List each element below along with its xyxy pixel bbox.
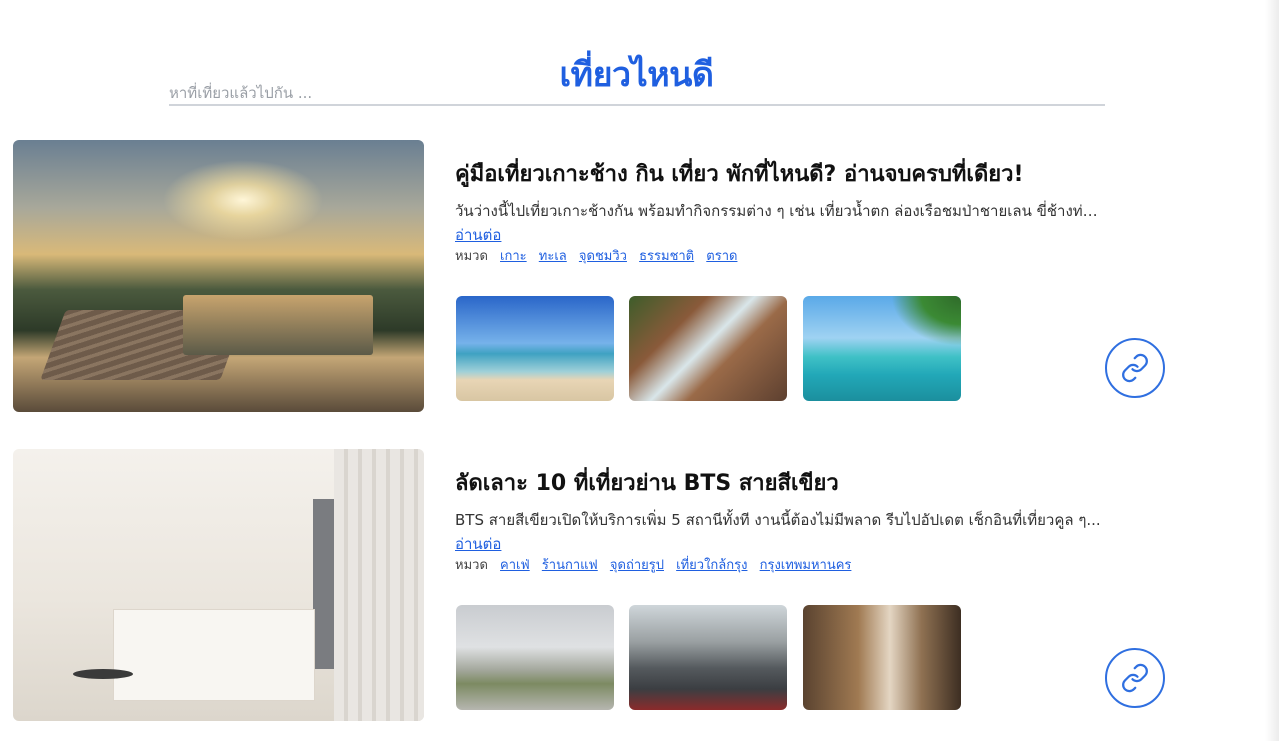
share-link-button[interactable] bbox=[1105, 338, 1165, 398]
tag-list: หมวด เกาะ ทะเล จุดชมวิว ธรรมชาติ ตราด bbox=[455, 245, 745, 266]
read-more-link[interactable]: อ่านต่อ bbox=[455, 532, 501, 556]
thumbnail-go-kart[interactable] bbox=[629, 605, 787, 710]
link-icon bbox=[1122, 353, 1148, 383]
tag-link[interactable]: ทะเล bbox=[539, 249, 567, 264]
tag-link[interactable]: เกาะ bbox=[500, 249, 527, 264]
thumbnail-shop-front[interactable] bbox=[803, 605, 961, 710]
tag-link[interactable]: จุดถ่ายรูป bbox=[610, 558, 664, 573]
tag-label: หมวด bbox=[455, 558, 488, 573]
hero-stool-shape bbox=[73, 669, 133, 679]
article-hero-image[interactable] bbox=[13, 140, 424, 412]
tag-link[interactable]: ร้านกาแฟ bbox=[542, 558, 598, 573]
hero-counter-shape bbox=[113, 609, 315, 701]
tag-link[interactable]: ตราด bbox=[706, 249, 737, 264]
thumbnail-beach[interactable] bbox=[456, 296, 614, 401]
article-card: ลัดเลาะ 10 ที่เที่ยวย่าน BTS สายสีเขียว … bbox=[13, 449, 1183, 721]
scrollbar-track[interactable] bbox=[1265, 0, 1279, 741]
article-hero-image[interactable] bbox=[13, 449, 424, 721]
tag-link[interactable]: ธรรมชาติ bbox=[639, 249, 694, 264]
article-excerpt: วันว่างนี้ไปเที่ยวเกาะช้างกัน พร้อมทำกิจ… bbox=[455, 202, 1105, 220]
link-icon bbox=[1122, 663, 1148, 693]
tag-link[interactable]: เที่ยวใกล้กรุง bbox=[676, 558, 747, 573]
article-card: คู่มือเที่ยวเกาะช้าง กิน เที่ยว พักที่ไห… bbox=[13, 140, 1183, 412]
share-link-button[interactable] bbox=[1105, 648, 1165, 708]
hero-pool-shape bbox=[183, 295, 373, 355]
search-input[interactable] bbox=[169, 82, 1105, 106]
palm-leaves bbox=[891, 296, 961, 346]
read-more-link[interactable]: อ่านต่อ bbox=[455, 223, 501, 247]
thumbnail-island-sea[interactable] bbox=[803, 296, 961, 401]
article-title[interactable]: คู่มือเที่ยวเกาะช้าง กิน เที่ยว พักที่ไห… bbox=[455, 156, 1024, 191]
article-excerpt: BTS สายสีเขียวเปิดให้บริการเพิ่ม 5 สถานี… bbox=[455, 511, 1101, 529]
tag-list: หมวด คาเฟ่ ร้านกาแฟ จุดถ่ายรูป เที่ยวใกล… bbox=[455, 554, 859, 575]
tag-link[interactable]: คาเฟ่ bbox=[500, 558, 530, 573]
tag-link[interactable]: จุดชมวิว bbox=[579, 249, 627, 264]
tag-link[interactable]: กรุงเทพมหานคร bbox=[760, 558, 852, 573]
thumbnail-waterfall[interactable] bbox=[629, 296, 787, 401]
tag-label: หมวด bbox=[455, 249, 488, 264]
article-title[interactable]: ลัดเลาะ 10 ที่เที่ยวย่าน BTS สายสีเขียว bbox=[455, 465, 839, 500]
thumbnail-city-church[interactable] bbox=[456, 605, 614, 710]
hero-curtain-shape bbox=[334, 449, 424, 721]
